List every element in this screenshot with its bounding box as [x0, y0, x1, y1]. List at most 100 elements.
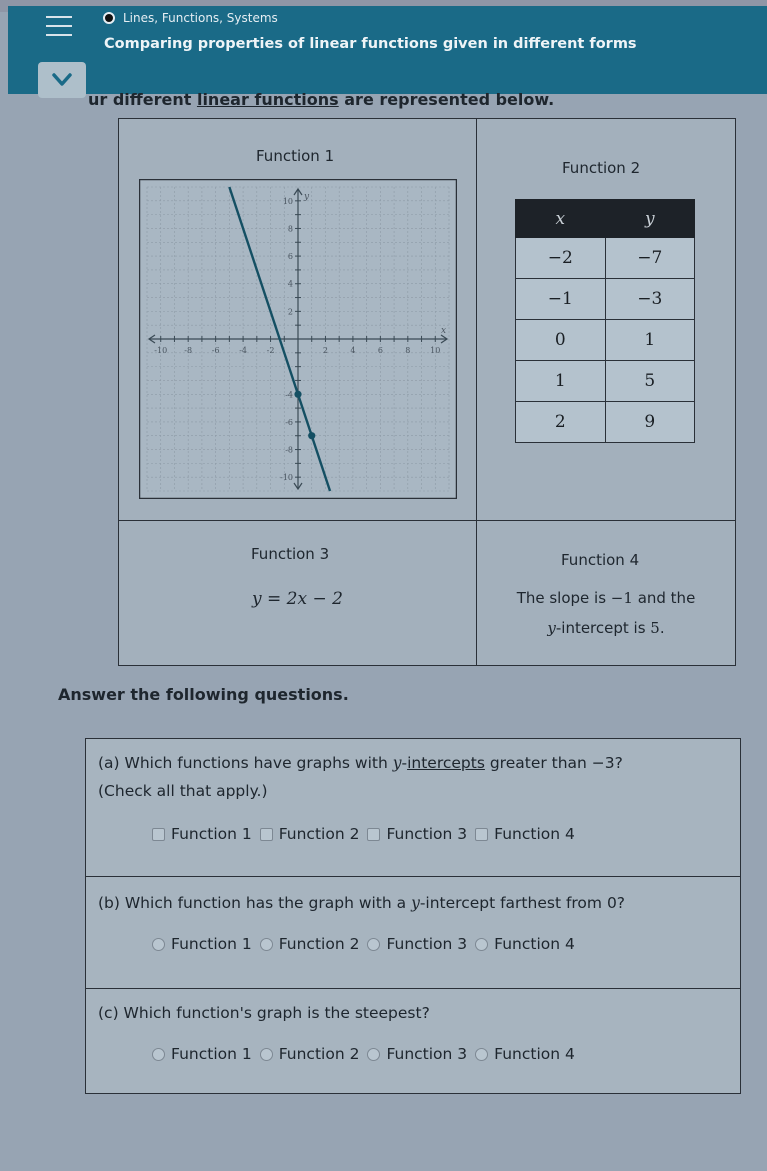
- function-3-cell: Function 3 y = 2x − 2: [119, 521, 477, 665]
- table-row: 01: [515, 319, 695, 361]
- function-4-line-2: y-intercept is 5.: [481, 613, 731, 643]
- question-b-text: (b) Which function has the graph with a …: [98, 889, 625, 917]
- question-a-options: Function 1 Function 2 Function 3 Functio…: [152, 825, 575, 843]
- radio[interactable]: [367, 937, 381, 951]
- radio-function-2[interactable]: Function 2: [259, 935, 359, 953]
- option-label: Function 4: [494, 1045, 575, 1063]
- function-4-cell: Function 4 The slope is −1 and the y-int…: [477, 521, 735, 665]
- question-a-instruction: (Check all that apply.): [98, 782, 268, 800]
- topic-label: Lines, Functions, Systems: [123, 11, 278, 25]
- radio[interactable]: [259, 1047, 273, 1061]
- intro-suffix: are represented below.: [338, 90, 555, 109]
- x-tick-label: 4: [350, 346, 355, 355]
- function-3-equation: y = 2x − 2: [252, 589, 343, 609]
- question-c-text: (c) Which function's graph is the steepe…: [98, 1004, 430, 1022]
- y-tick-label: 8: [288, 224, 293, 233]
- checkbox[interactable]: [367, 827, 381, 841]
- radio[interactable]: [152, 1047, 165, 1061]
- function-2-label: Function 2: [562, 159, 641, 177]
- checkbox-function-3[interactable]: Function 3: [367, 825, 467, 843]
- function-1-cell: Function 1 -10 -8 -6 -4 -2 2 4 6 8 10 10 8 6 4 2 -4 -6 -8…: [119, 119, 477, 521]
- radio-function-3[interactable]: Function 3: [367, 935, 467, 953]
- question-b: (b) Which function has the graph with a …: [86, 877, 740, 989]
- x-axis-label: x: [441, 326, 446, 336]
- cell-y: 1: [604, 319, 695, 361]
- qb-var: y: [411, 894, 420, 912]
- checkbox-function-2[interactable]: Function 2: [259, 825, 359, 843]
- radio-function-1[interactable]: Function 1: [152, 935, 252, 953]
- y-tick-label: 2: [288, 307, 293, 316]
- qa-text: (a) Which functions have graphs with: [98, 754, 393, 772]
- option-label: Function 4: [494, 825, 575, 843]
- column-header-y: y: [604, 199, 695, 238]
- y-tick-label: 4: [288, 280, 293, 289]
- radio[interactable]: [367, 1047, 381, 1061]
- f4-text: The slope is: [516, 589, 611, 607]
- function-1-graph: -10 -8 -6 -4 -2 2 4 6 8 10 10 8 6 4 2 -4 -6 -8 -10 x y: [138, 178, 458, 500]
- option-label: Function 3: [386, 1045, 468, 1063]
- f4-text: .: [659, 619, 665, 637]
- radio-function-3[interactable]: Function 3: [367, 1045, 467, 1063]
- question-c-options: Function 1 Function 2 Function 3 Functio…: [152, 1045, 575, 1063]
- qb-text: (b) Which function has the graph with a: [98, 894, 412, 912]
- graph-point: [308, 432, 316, 440]
- x-tick-label: 8: [405, 346, 410, 355]
- cell-y: 9: [604, 401, 695, 443]
- y-tick-label: -4: [285, 390, 293, 399]
- cell-x: 0: [515, 319, 606, 361]
- table-row: 29: [515, 401, 695, 443]
- qb-text: -intercept farthest from 0?: [419, 894, 626, 912]
- graph-point: [294, 390, 302, 398]
- radio-function-2[interactable]: Function 2: [259, 1045, 359, 1063]
- checkbox-function-1[interactable]: Function 1: [152, 825, 252, 843]
- checkbox[interactable]: [475, 827, 489, 841]
- cell-y: −7: [604, 237, 695, 279]
- checkbox[interactable]: [152, 827, 165, 841]
- y-axis-label: y: [303, 192, 310, 202]
- menu-icon[interactable]: [46, 16, 72, 36]
- table-row: −1 −3: [515, 278, 695, 320]
- column-header-x: x: [515, 199, 606, 238]
- cell-x: 1: [515, 360, 606, 402]
- topic: Lines, Functions, Systems: [103, 11, 278, 25]
- qa-text: greater than −3?: [484, 754, 623, 772]
- y-tick-label: -10: [280, 473, 293, 482]
- function-4-label: Function 4: [561, 551, 640, 569]
- checkbox-function-4[interactable]: Function 4: [475, 825, 575, 843]
- option-label: Function 3: [386, 825, 468, 843]
- y-tick-label: -8: [285, 446, 293, 455]
- cell-y: 5: [604, 360, 695, 402]
- y-tick-label: 10: [283, 197, 293, 206]
- radio-function-1[interactable]: Function 1: [152, 1045, 252, 1063]
- function-1-label: Function 1: [256, 147, 335, 165]
- cell-x: 2: [515, 401, 606, 443]
- collapse-button[interactable]: [38, 62, 86, 98]
- question-c: (c) Which function's graph is the steepe…: [86, 989, 740, 1093]
- checkbox[interactable]: [259, 827, 273, 841]
- linear-functions-link[interactable]: linear functions: [197, 90, 339, 109]
- radio[interactable]: [152, 937, 165, 951]
- lesson-title: Comparing properties of linear functions…: [104, 36, 637, 52]
- intercepts-link[interactable]: intercepts: [407, 754, 485, 772]
- x-tick-label: 10: [430, 346, 440, 355]
- option-label: Function 4: [494, 935, 575, 953]
- function-2-cell: Function 2 x y −2 −7 −1 −3 01 15 29: [477, 119, 735, 521]
- question-b-options: Function 1 Function 2 Function 3 Functio…: [152, 935, 575, 953]
- intro-prefix: ur different: [88, 90, 197, 109]
- option-label: Function 1: [171, 1045, 252, 1063]
- f4-slope-value: −1: [610, 589, 633, 607]
- function-3-label: Function 3: [251, 545, 330, 563]
- radio[interactable]: [475, 1047, 489, 1061]
- x-tick-label: -10: [154, 346, 167, 355]
- f4-text: -intercept is: [555, 619, 651, 637]
- radio-function-4[interactable]: Function 4: [475, 1045, 575, 1063]
- radio-function-4[interactable]: Function 4: [475, 935, 575, 953]
- option-label: Function 1: [171, 935, 252, 953]
- table-row: −2 −7: [515, 237, 695, 279]
- f4-intercept-value: 5: [650, 619, 660, 637]
- radio[interactable]: [259, 937, 273, 951]
- cell-x: −2: [515, 237, 606, 279]
- radio[interactable]: [475, 937, 489, 951]
- intro-text: ur different linear functions are repres…: [88, 90, 554, 109]
- lesson-header: Lines, Functions, Systems Comparing prop…: [8, 6, 767, 94]
